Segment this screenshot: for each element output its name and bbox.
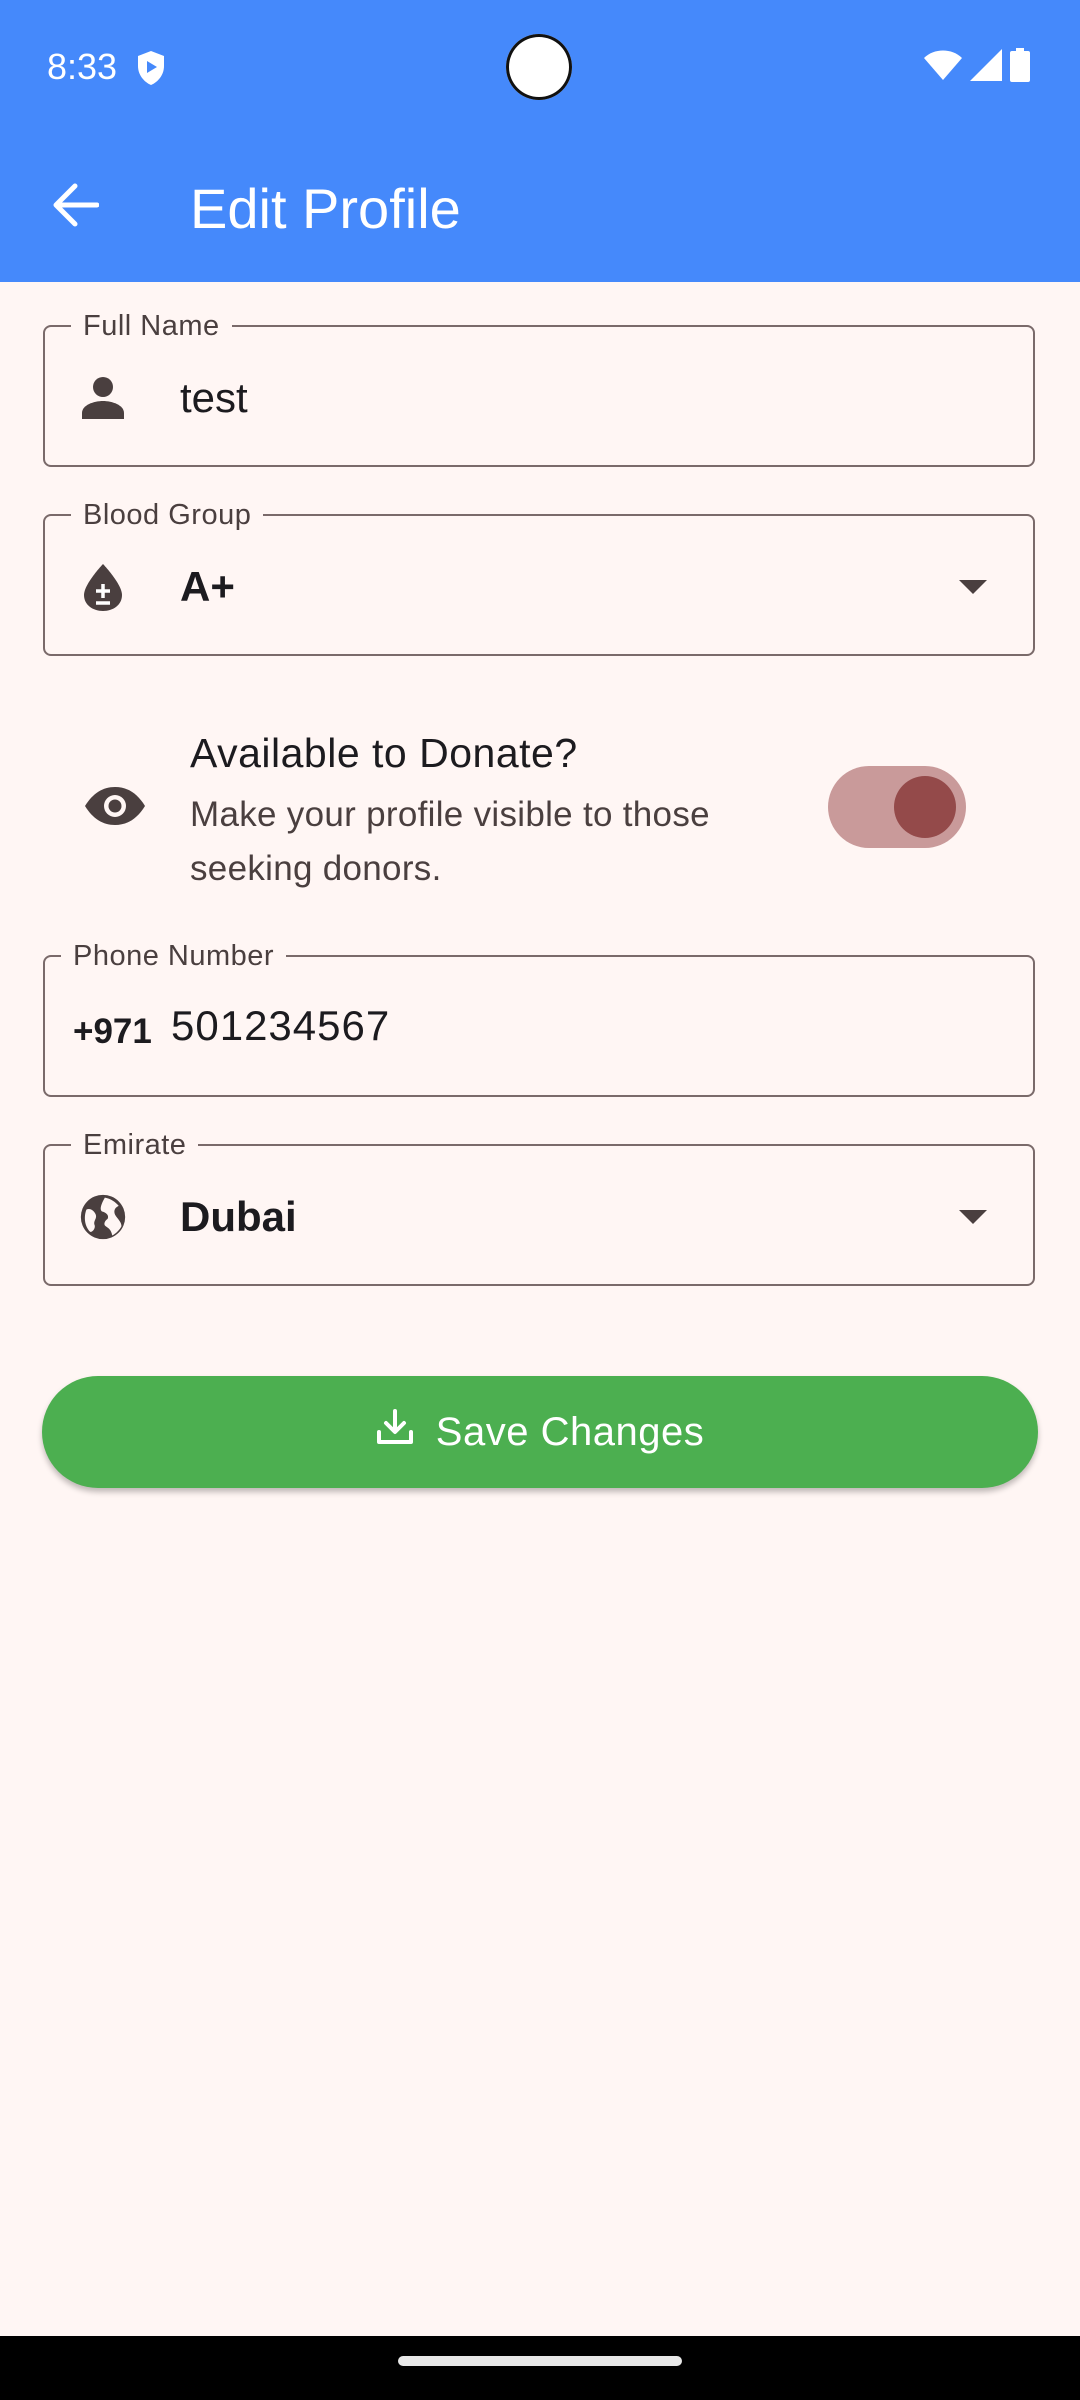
status-time: 8:33: [47, 46, 118, 87]
full-name-label: Full Name: [71, 308, 232, 344]
system-navigation-bar: [0, 2336, 1080, 2400]
donate-subtitle: Make your profile visible to those seeki…: [190, 795, 710, 888]
full-name-input[interactable]: test: [180, 373, 248, 423]
page-title: Edit Profile: [190, 177, 461, 240]
phone-number-field[interactable]: Phone Number +971 501234567: [43, 938, 1035, 1097]
globe-icon: [79, 1193, 127, 1241]
save-changes-button[interactable]: Save Changes: [42, 1376, 1038, 1488]
chevron-down-icon: [959, 1210, 987, 1224]
country-code-prefix: +971: [73, 1012, 152, 1051]
phone-number-label: Phone Number: [61, 938, 287, 974]
signal-icon: [970, 49, 1002, 86]
shield-icon: [136, 50, 166, 86]
donate-title: Available to Donate?: [190, 730, 578, 776]
blood-group-label: Blood Group: [71, 497, 264, 533]
status-icons: [924, 48, 1030, 87]
battery-icon: [1010, 48, 1030, 87]
emirate-label: Emirate: [71, 1127, 199, 1163]
emirate-dropdown[interactable]: Emirate Dubai: [43, 1127, 1035, 1286]
available-to-donate-toggle[interactable]: [828, 766, 966, 848]
edit-profile-screen: 8:33 Edit Profile Full Name test Blood G…: [0, 0, 1080, 2400]
front-camera: [506, 34, 572, 100]
toggle-thumb: [894, 776, 956, 838]
blood-drop-icon: [79, 563, 127, 611]
wifi-icon: [924, 50, 962, 85]
eye-icon: [84, 786, 146, 826]
download-icon: [376, 1408, 414, 1456]
back-button[interactable]: [40, 172, 110, 242]
phone-number-input[interactable]: 501234567: [171, 1001, 390, 1051]
app-bar: 8:33 Edit Profile: [0, 0, 1080, 282]
blood-group-value: A+: [180, 563, 235, 610]
emirate-value: Dubai: [180, 1193, 297, 1240]
home-gesture-handle[interactable]: [398, 2356, 682, 2366]
save-changes-label: Save Changes: [435, 1409, 705, 1454]
blood-group-dropdown[interactable]: Blood Group A+: [43, 497, 1035, 656]
arrow-back-icon: [51, 183, 100, 232]
chevron-down-icon: [959, 580, 987, 594]
person-icon: [79, 374, 127, 422]
full-name-field[interactable]: Full Name test: [43, 308, 1035, 467]
